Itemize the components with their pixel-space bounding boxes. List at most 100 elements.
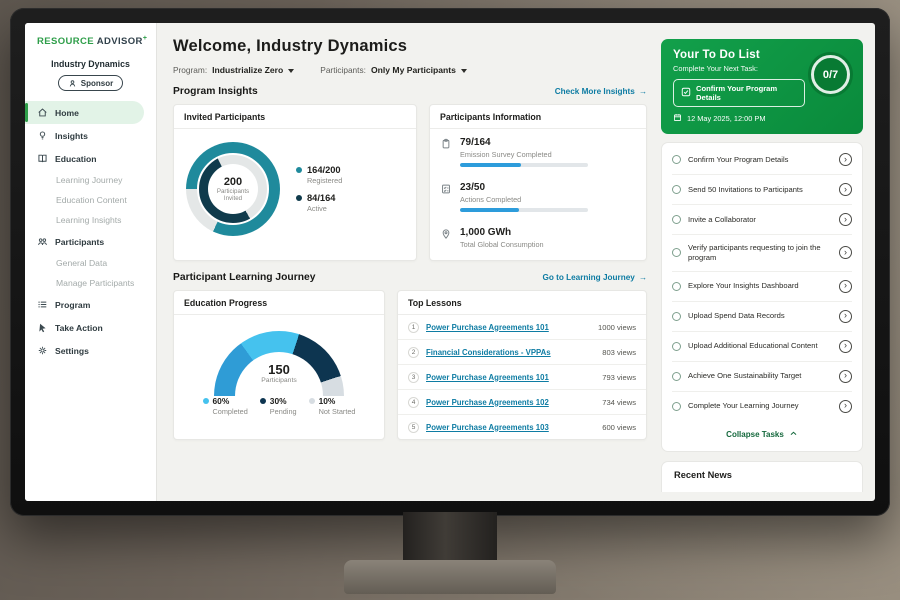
arrow-right-icon: → (639, 273, 647, 282)
sidebar-item-learning-journey[interactable]: Learning Journey (25, 170, 156, 190)
task-checkbox[interactable] (672, 342, 681, 351)
gauge-legend: 60% Completed 30% Pending (184, 396, 374, 416)
stat-actions-completed: 23/50 Actions Completed (430, 174, 646, 219)
task-row[interactable]: Send 50 Invitations to Participants › (672, 175, 852, 205)
sidebar-item-label: Participants (55, 237, 104, 247)
stat-global-consumption: 1,000 GWh Total Global Consumption (430, 219, 646, 260)
task-checkbox[interactable] (672, 402, 681, 411)
stat-emission-survey: 79/164 Emission Survey Completed (430, 129, 646, 174)
brand-plus: + (143, 35, 148, 42)
invited-participants-donut: 200 Participants Invited (186, 142, 280, 236)
chevron-right-icon[interactable]: › (839, 183, 852, 196)
lesson-link[interactable]: Power Purchase Agreements 101 (426, 323, 591, 332)
chevron-right-icon[interactable]: › (839, 340, 852, 353)
sidebar-item-label: General Data (56, 258, 107, 268)
sidebar-item-participants[interactable]: Participants (25, 230, 156, 253)
app-window: RESOURCE ADVISOR+ Industry Dynamics Spon… (25, 23, 875, 501)
chevron-right-icon[interactable]: › (839, 280, 852, 293)
go-to-learning-journey-link[interactable]: Go to Learning Journey → (542, 273, 647, 282)
sidebar-item-label: Settings (55, 346, 89, 356)
education-card-title: Education Progress (174, 291, 384, 315)
chevron-right-icon[interactable]: › (839, 246, 852, 259)
task-checkbox[interactable] (672, 185, 681, 194)
task-row[interactable]: Achieve One Sustainability Target › (672, 362, 852, 392)
top-lessons-card: Top Lessons 1 Power Purchase Agreements … (397, 290, 647, 440)
recent-news-header: Recent News (661, 461, 863, 492)
task-row[interactable]: Complete Your Learning Journey › (672, 392, 852, 421)
sidebar-item-settings[interactable]: Settings (25, 339, 156, 362)
sidebar-item-general-data[interactable]: General Data (25, 253, 156, 273)
chevron-right-icon[interactable]: › (839, 153, 852, 166)
sidebar-item-take-action[interactable]: Take Action (25, 316, 156, 339)
program-filter-dropdown[interactable]: Program: Industrialize Zero (173, 65, 294, 75)
lesson-row: 4 Power Purchase Agreements 102 734 view… (398, 390, 646, 415)
legend-dot-completed (203, 398, 209, 404)
task-row[interactable]: Confirm Your Program Details › (672, 145, 852, 175)
participants-filter-label: Participants: (320, 65, 366, 75)
participants-filter-dropdown[interactable]: Participants: Only My Participants (320, 65, 467, 75)
task-checkbox[interactable] (672, 372, 681, 381)
task-checkbox[interactable] (672, 282, 681, 291)
todo-tasks-card: Confirm Your Program Details › Send 50 I… (661, 142, 863, 452)
task-row[interactable]: Upload Spend Data Records › (672, 302, 852, 332)
monitor-stand-base (344, 560, 556, 594)
legend-item-registered: 164/200 Registered (296, 165, 342, 185)
sidebar-item-insights[interactable]: Insights (25, 124, 156, 147)
invited-card-title: Invited Participants (174, 105, 416, 129)
sponsor-icon (68, 79, 77, 88)
monitor-bezel: RESOURCE ADVISOR+ Industry Dynamics Spon… (10, 8, 890, 516)
actions-progress-bar (460, 208, 588, 212)
sidebar-item-learning-insights[interactable]: Learning Insights (25, 210, 156, 230)
legend-item-pending: 30% Pending (260, 396, 297, 416)
participants-filter-value: Only My Participants (371, 65, 456, 75)
invited-donut-center: 200 Participants Invited (208, 164, 258, 214)
lesson-row: 5 Power Purchase Agreements 103 600 view… (398, 415, 646, 439)
lesson-link[interactable]: Power Purchase Agreements 102 (426, 398, 595, 407)
task-row[interactable]: Invite a Collaborator › (672, 205, 852, 235)
legend-dot-active (296, 195, 302, 201)
sidebar-item-education[interactable]: Education (25, 147, 156, 170)
page-title: Welcome, Industry Dynamics (173, 37, 647, 56)
arrow-right-icon: → (639, 87, 647, 96)
monitor-stand-neck (403, 512, 497, 566)
lesson-row: 1 Power Purchase Agreements 101 1000 vie… (398, 315, 646, 340)
sidebar-item-program[interactable]: Program (25, 293, 156, 316)
lesson-link[interactable]: Power Purchase Agreements 101 (426, 373, 595, 382)
sidebar-item-label: Learning Insights (56, 215, 121, 225)
task-checkbox[interactable] (672, 215, 681, 224)
lesson-link[interactable]: Power Purchase Agreements 103 (426, 423, 595, 432)
task-row[interactable]: Explore Your Insights Dashboard › (672, 272, 852, 302)
chevron-right-icon[interactable]: › (839, 400, 852, 413)
clipboard-icon (440, 138, 452, 150)
legend-dot-registered (296, 167, 302, 173)
lesson-link[interactable]: Financial Considerations - VPPAs (426, 348, 595, 357)
chevron-right-icon[interactable]: › (839, 370, 852, 383)
task-checkbox[interactable] (672, 155, 681, 164)
sidebar-item-manage-participants[interactable]: Manage Participants (25, 273, 156, 293)
task-checkbox[interactable] (672, 248, 681, 257)
chevron-right-icon[interactable]: › (839, 310, 852, 323)
chevron-up-icon (789, 429, 798, 440)
sidebar-item-home[interactable]: Home (25, 101, 144, 124)
actions-progress-fill (460, 208, 519, 212)
gear-icon (37, 345, 48, 356)
task-row[interactable]: Verify participants requesting to join t… (672, 235, 852, 272)
book-icon (37, 153, 48, 164)
main-content: Welcome, Industry Dynamics Program: Indu… (157, 23, 661, 501)
sidebar: RESOURCE ADVISOR+ Industry Dynamics Spon… (25, 23, 157, 501)
sidebar-item-label: Take Action (55, 323, 103, 333)
gauge-center: 150 Participants (184, 362, 374, 384)
program-insights-title: Program Insights (173, 86, 258, 97)
todo-progress-ring: 0/7 (808, 52, 853, 97)
sponsor-badge[interactable]: Sponsor (58, 75, 123, 91)
chevron-right-icon[interactable]: › (839, 213, 852, 226)
collapse-tasks-button[interactable]: Collapse Tasks (672, 421, 852, 449)
task-checkbox[interactable] (672, 312, 681, 321)
check-more-insights-link[interactable]: Check More Insights → (555, 87, 647, 96)
calendar-icon (673, 113, 682, 124)
task-row[interactable]: Upload Additional Educational Content › (672, 332, 852, 362)
todo-next-task[interactable]: Confirm Your Program Details (673, 79, 805, 107)
sidebar-item-education-content[interactable]: Education Content (25, 190, 156, 210)
brand-logo: RESOURCE ADVISOR+ (25, 35, 156, 47)
chevron-down-icon (288, 69, 294, 73)
